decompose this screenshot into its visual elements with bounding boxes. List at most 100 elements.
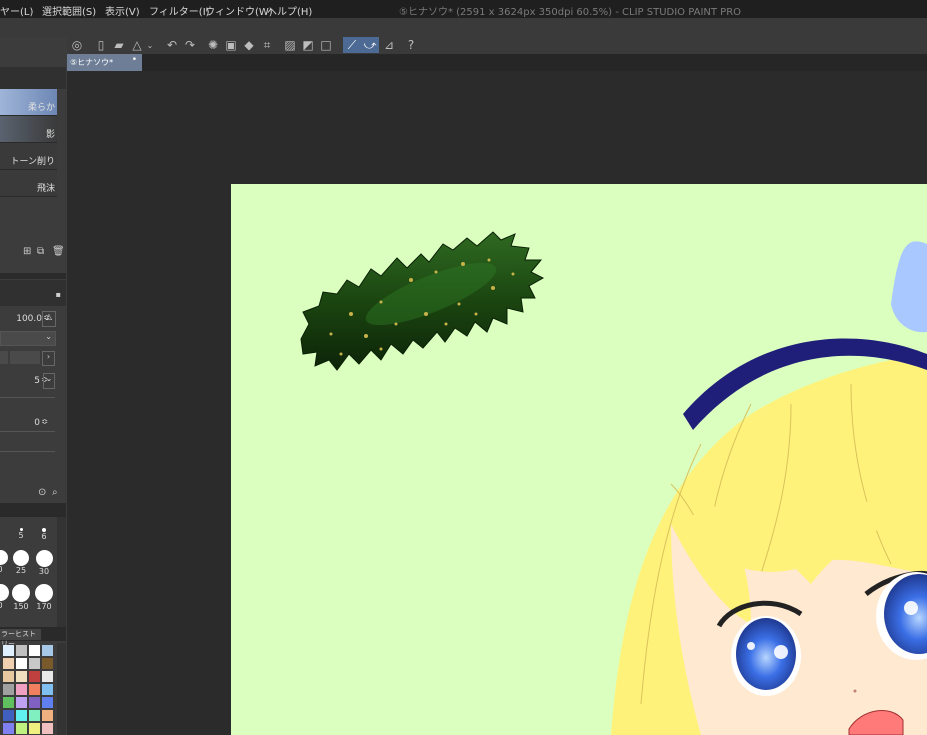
color-swatch[interactable] — [3, 645, 14, 656]
pen-curve-icon[interactable]: ⤻ — [361, 37, 379, 53]
color-swatch[interactable] — [16, 658, 27, 669]
drawing-canvas[interactable] — [231, 184, 927, 735]
color-swatch[interactable] — [3, 658, 14, 669]
stepper-icon[interactable]: ≎ — [41, 417, 48, 426]
color-swatch[interactable] — [16, 671, 27, 682]
sea-cucumber-illustration — [300, 231, 545, 371]
blend-mode-select[interactable]: ⌄ — [0, 331, 56, 346]
color-swatch[interactable] — [42, 671, 53, 682]
triangle-icon[interactable]: △ — [42, 311, 56, 327]
divider — [0, 431, 55, 432]
command-bar: ◎ ▯ ▰ △ ⌄ ↶ ↷ ✺ ▣ ◆ ⌗ ▨ ◩ □ ⟋ ⤻ ⊿ ? — [67, 37, 927, 54]
menu-layer[interactable]: ヤー(L) — [0, 3, 33, 18]
search-icon[interactable]: ⌕ — [52, 487, 58, 498]
color-swatch[interactable] — [42, 723, 53, 734]
correction-value[interactable]: 0 — [34, 418, 40, 428]
size-preset[interactable]: 170 — [33, 584, 55, 614]
menu-filter[interactable]: フィルター(I) — [149, 3, 210, 18]
color-swatch[interactable] — [29, 723, 40, 734]
save-icon[interactable]: △ — [129, 37, 145, 53]
ruler-icon[interactable]: ⊿ — [381, 37, 397, 53]
document-tab[interactable]: ⑤ヒナソウ* • — [67, 54, 142, 71]
color-swatch[interactable] — [3, 697, 14, 708]
color-history-tab[interactable]: ラーヒストリー — [0, 629, 41, 648]
divider — [0, 451, 55, 452]
undo-icon[interactable]: ↶ — [164, 37, 180, 53]
color-swatch[interactable] — [29, 671, 40, 682]
brush-item-splash[interactable]: 飛沫 — [0, 170, 57, 197]
menu-selection[interactable]: 選択範囲(S) — [42, 3, 96, 18]
color-swatch[interactable] — [3, 710, 14, 721]
size-label: 150 — [13, 602, 29, 611]
color-swatch[interactable] — [29, 710, 40, 721]
copy-brush-icon[interactable]: ⧉ — [37, 246, 44, 257]
tab-close-icon[interactable]: • — [132, 55, 137, 65]
menu-bar: ヤー(L) 選択範囲(S) 表示(V) フィルター(I) ウィンドウ(W) ヘル… — [0, 0, 927, 18]
clear-icon[interactable]: ▣ — [223, 37, 239, 53]
color-swatch[interactable] — [16, 710, 27, 721]
texture-field[interactable] — [0, 351, 8, 364]
trash-icon[interactable]: 🗑 — [52, 246, 65, 257]
open-folder-icon[interactable]: ▰ — [111, 37, 127, 53]
brush-item-tone-scrape[interactable]: トーン削り — [0, 143, 57, 170]
snap-off-icon[interactable]: ◩ — [300, 37, 316, 53]
brush-item-soft[interactable]: 柔らか — [0, 89, 57, 116]
snap-square-icon[interactable]: □ — [318, 37, 334, 53]
pen-line-icon[interactable]: ⟋ — [343, 37, 361, 53]
size-label: 5 — [18, 531, 24, 540]
color-swatch[interactable] — [29, 697, 40, 708]
artwork — [300, 231, 927, 735]
menu-help[interactable]: ヘルプ(H) — [267, 3, 312, 18]
lock-icon[interactable]: ▪ — [56, 290, 61, 299]
lasso-icon[interactable]: ✺ — [205, 37, 221, 53]
add-brush-icon[interactable]: ⊞ — [23, 246, 31, 257]
size-preset[interactable]: 30 — [33, 550, 55, 580]
color-swatch[interactable] — [16, 697, 27, 708]
help-icon[interactable]: ? — [403, 37, 419, 53]
color-swatch[interactable] — [42, 710, 53, 721]
settings-icon[interactable]: ⊙ — [38, 487, 46, 498]
opacity-value[interactable]: 100.0 — [16, 314, 42, 324]
color-swatch[interactable] — [29, 645, 40, 656]
color-swatch[interactable] — [3, 684, 14, 695]
color-swatch[interactable] — [42, 645, 53, 656]
new-file-icon[interactable]: ▯ — [93, 37, 109, 53]
color-swatch[interactable] — [42, 658, 53, 669]
texture-field-2[interactable] — [10, 351, 40, 364]
crop-icon[interactable]: ⌗ — [259, 37, 275, 53]
scrollbar[interactable] — [57, 517, 66, 627]
color-swatch[interactable] — [16, 684, 27, 695]
redo-icon[interactable]: ↷ — [182, 37, 198, 53]
left-panel: 柔らか 影 トーン削り 飛沫 ⊞ ⧉ 🗑 ▪ 100.0 ≎ △ ⌄ › 5 ≎… — [0, 37, 67, 735]
chevron-right-icon[interactable]: › — [42, 351, 55, 366]
opacity-row: 100.0 ≎ △ — [0, 311, 58, 327]
size-preset[interactable]: 25 — [10, 550, 32, 580]
sync-icon[interactable]: ◎ — [69, 37, 85, 53]
size-label: 30 — [38, 567, 50, 576]
brush-label: 柔らか — [27, 103, 55, 113]
anime-girl-illustration — [611, 241, 927, 735]
size-preset[interactable]: 150 — [10, 584, 32, 614]
color-swatch[interactable] — [16, 723, 27, 734]
color-swatch[interactable] — [16, 645, 27, 656]
window-title: ⑤ヒナソウ* (2591 x 3624px 350dpi 60.5%) - CL… — [399, 7, 742, 18]
document-tab-label: ⑤ヒナソウ* — [70, 58, 114, 67]
shape-icon[interactable]: ▨ — [282, 37, 298, 53]
color-swatch[interactable] — [29, 658, 40, 669]
brush-panel-header — [0, 67, 66, 89]
color-swatch[interactable] — [42, 697, 53, 708]
divider — [0, 397, 55, 398]
menu-window[interactable]: ウィンドウ(W) — [205, 3, 273, 18]
density-value[interactable]: 5 — [34, 376, 40, 386]
chevron-down-icon[interactable]: ⌄ — [43, 373, 55, 389]
color-swatch[interactable] — [3, 723, 14, 734]
chevron-down-icon[interactable]: ⌄ — [145, 37, 155, 53]
chevron-down-icon: ⌄ — [45, 332, 52, 341]
color-swatch[interactable] — [3, 671, 14, 682]
brush-item-shadow[interactable]: 影 — [0, 116, 57, 143]
menu-view[interactable]: 表示(V) — [105, 3, 140, 18]
color-swatch[interactable] — [29, 684, 40, 695]
fill-icon[interactable]: ◆ — [241, 37, 257, 53]
color-swatch[interactable] — [42, 684, 53, 695]
scrollbar[interactable] — [57, 643, 66, 735]
